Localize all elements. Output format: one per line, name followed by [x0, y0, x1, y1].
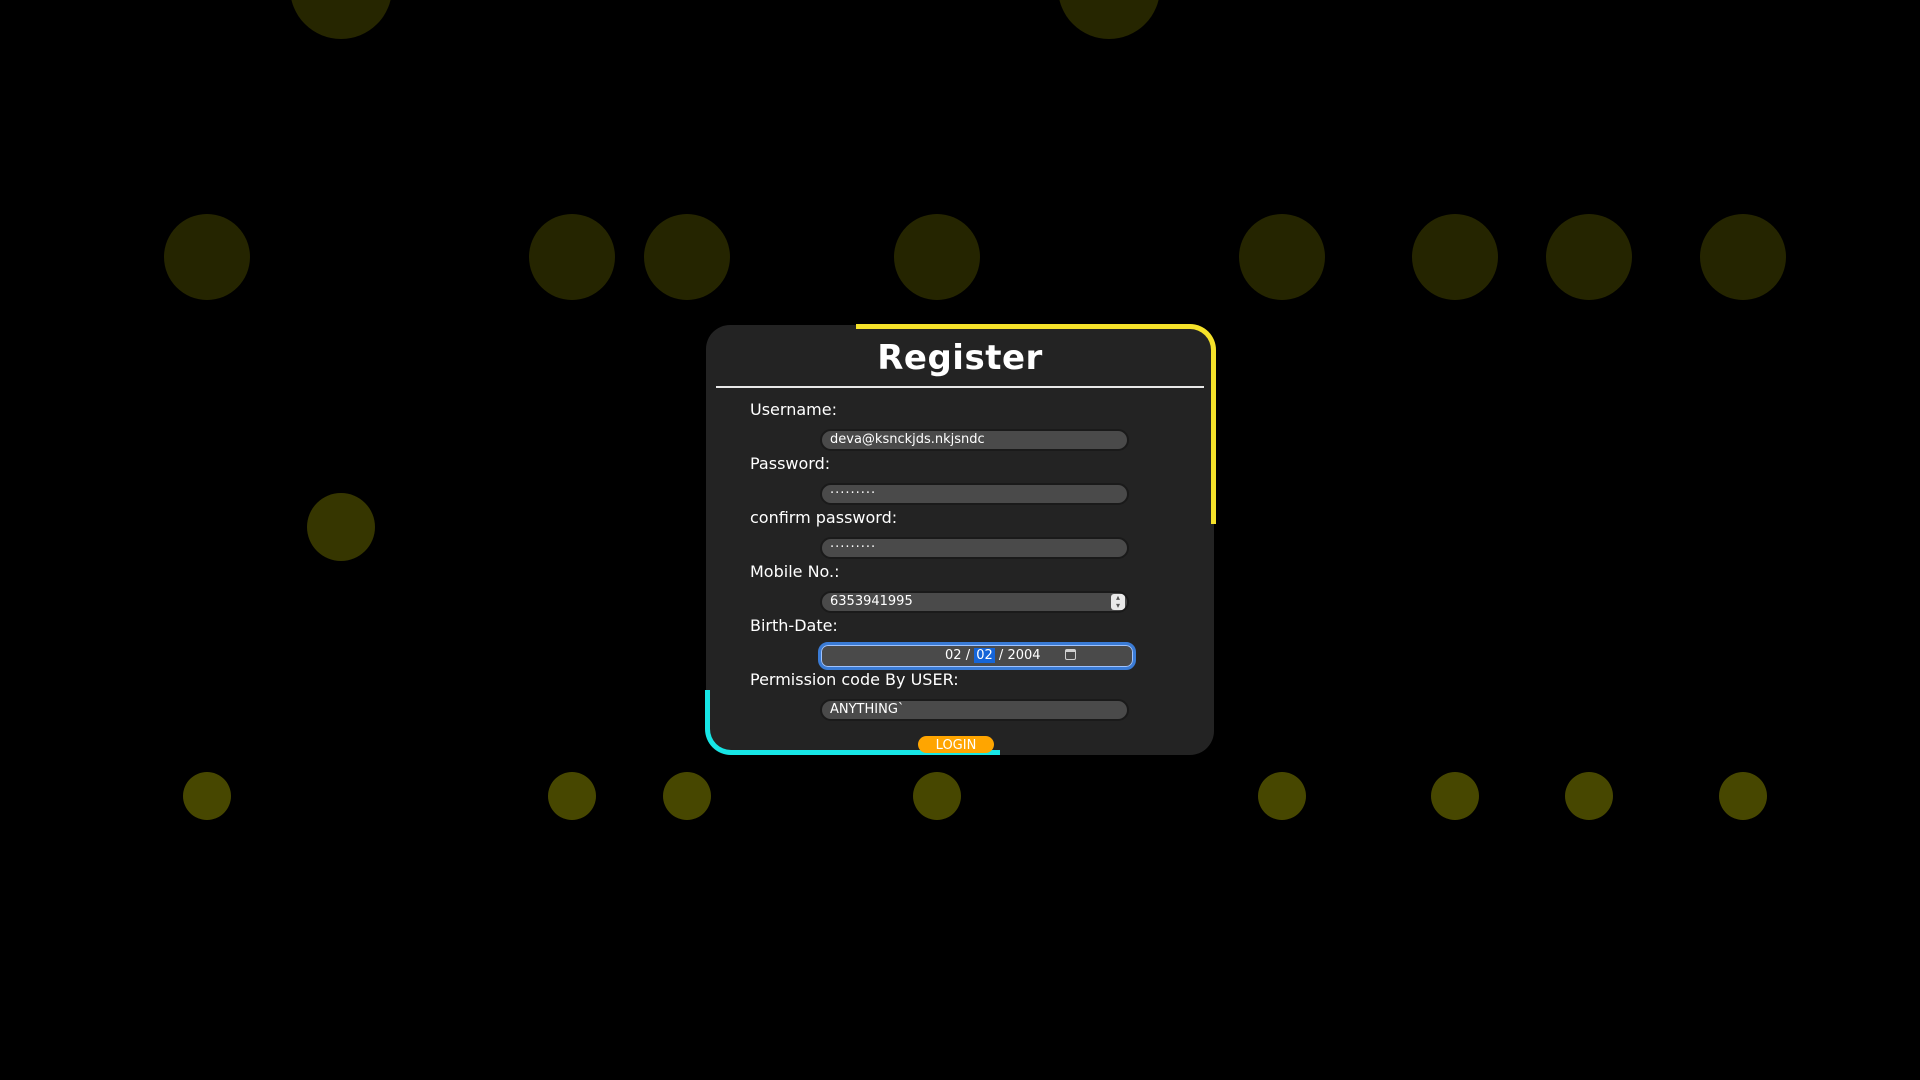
decorative-dot	[164, 214, 250, 300]
decorative-dot	[644, 214, 730, 300]
decorative-dot	[663, 772, 711, 820]
birth-date-year[interactable]: 2004	[1007, 648, 1040, 663]
title-divider	[716, 386, 1204, 388]
number-spinner-icon[interactable]: ▴ ▾	[1111, 594, 1125, 610]
page-background: Register Username: deva@ksnckjds.nkjsndc…	[0, 0, 1920, 1080]
decorative-dot	[894, 214, 980, 300]
decorative-dot	[1546, 214, 1632, 300]
birth-date-value: 02 / 02 / 2004	[945, 646, 1041, 666]
confirm-password-input[interactable]: ·········	[820, 537, 1129, 559]
decorative-dot	[1565, 772, 1613, 820]
username-input[interactable]: deva@ksnckjds.nkjsndc	[820, 429, 1129, 451]
mobile-input[interactable]: 6353941995 ▴ ▾	[820, 591, 1129, 613]
decorative-dot	[548, 772, 596, 820]
calendar-icon[interactable]	[1065, 649, 1076, 660]
mobile-label: Mobile No.:	[750, 562, 840, 581]
birth-date-input[interactable]: 02 / 02 / 2004	[818, 642, 1136, 670]
birth-date-day[interactable]: 02	[974, 648, 995, 663]
birth-date-label: Birth-Date:	[750, 616, 838, 635]
decorative-dot	[183, 772, 231, 820]
page-title: Register	[877, 338, 1043, 378]
date-separator: /	[965, 648, 971, 663]
decorative-dot	[307, 493, 375, 561]
decorative-dot	[1412, 214, 1498, 300]
decorative-dot	[1431, 772, 1479, 820]
decorative-dot	[1058, 0, 1160, 39]
password-label: Password:	[750, 454, 831, 473]
permission-label: Permission code By USER:	[750, 670, 959, 689]
date-separator: /	[998, 648, 1004, 663]
decorative-dot	[1719, 772, 1767, 820]
confirm-password-label: confirm password:	[750, 508, 898, 527]
decorative-dot	[290, 0, 392, 39]
decorative-dot	[1258, 772, 1306, 820]
username-label: Username:	[750, 400, 837, 419]
mobile-value: 6353941995	[830, 594, 913, 609]
decorative-dot	[529, 214, 615, 300]
password-input[interactable]: ·········	[820, 483, 1129, 505]
decorative-dot	[1700, 214, 1786, 300]
birth-date-month[interactable]: 02	[945, 648, 962, 663]
login-button[interactable]: LOGIN	[918, 736, 994, 753]
decorative-dot	[913, 772, 961, 820]
permission-code-input[interactable]: ANYTHING`	[820, 699, 1129, 721]
decorative-dot	[1239, 214, 1325, 300]
